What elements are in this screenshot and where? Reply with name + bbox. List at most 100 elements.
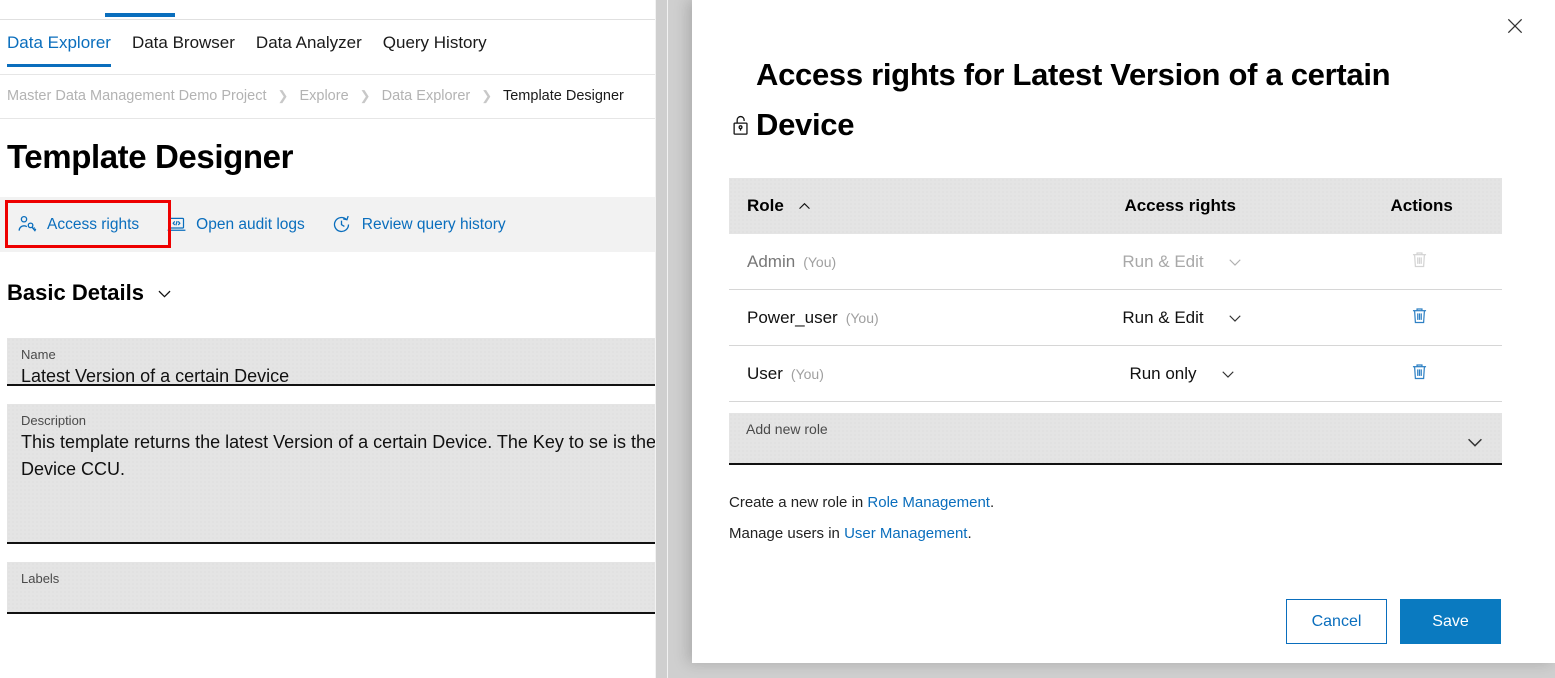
access-rights-value: Run & Edit [1122, 252, 1203, 272]
role-you-badge: (You) [846, 310, 879, 326]
tab-data-explorer[interactable]: Data Explorer [7, 20, 111, 67]
table-row: Power_user (You) Run & Edit [729, 290, 1502, 346]
chevron-down-icon [155, 284, 174, 303]
trash-icon [1409, 249, 1430, 275]
access-rights-cell: Run & Edit [1047, 252, 1337, 272]
access-rights-cell: Run only [1047, 364, 1337, 384]
help-line1-prefix: Create a new role in [729, 494, 867, 511]
access-rights-value: Run & Edit [1122, 308, 1203, 328]
access-rights-dropdown[interactable]: Run & Edit [1047, 308, 1337, 328]
role-cell: User (You) [729, 364, 1047, 384]
actions-cell [1337, 249, 1502, 275]
dialog-title: Access rights for Latest Version of a ce… [730, 50, 1430, 150]
tab-data-analyzer[interactable]: Data Analyzer [256, 20, 362, 64]
role-management-link[interactable]: Role Management [867, 494, 990, 511]
description-field[interactable]: Description This template returns the la… [7, 404, 668, 544]
name-field-value: Latest Version of a certain Device [21, 363, 656, 390]
chevron-down-icon [1226, 253, 1244, 271]
chevron-down-icon [1464, 431, 1486, 453]
labels-field-label: Labels [21, 570, 656, 587]
role-name: User [747, 364, 783, 384]
add-new-role-label: Add new role [746, 421, 828, 437]
table-row: User (You) Run only [729, 346, 1502, 402]
access-rights-label: Access rights [47, 216, 139, 234]
dialog-title-text: Access rights for Latest Version of a ce… [756, 57, 1390, 142]
user-management-link[interactable]: User Management [844, 525, 967, 542]
column-header-access-rights: Access rights [1039, 196, 1341, 216]
top-tab-strip [0, 0, 668, 20]
breadcrumb-divider [0, 118, 668, 119]
table-header-row: Role Access rights Actions [729, 178, 1502, 234]
role-name: Admin [747, 252, 795, 272]
description-field-label: Description [21, 412, 656, 429]
access-rights-dialog: Access rights for Latest Version of a ce… [692, 0, 1555, 663]
action-toolbar: Access rights Open audit logs [0, 197, 668, 252]
laptop-code-icon [165, 214, 187, 236]
access-rights-table: Role Access rights Actions Admin (You) [729, 178, 1502, 465]
chevron-up-icon [796, 198, 813, 215]
role-name: Power_user [747, 308, 838, 328]
actions-cell [1337, 361, 1502, 387]
person-key-icon [16, 214, 38, 236]
description-field-value: This template returns the latest Version… [21, 429, 656, 483]
column-header-role[interactable]: Role [729, 196, 1039, 216]
left-pane-scrollbar[interactable] [655, 0, 668, 678]
chevron-down-icon [1226, 309, 1244, 327]
help-line-role-management: Create a new role in Role Management. [729, 494, 1429, 511]
chevron-down-icon [1219, 365, 1237, 383]
role-cell: Power_user (You) [729, 308, 1047, 328]
help-line-user-management: Manage users in User Management. [729, 525, 1429, 542]
name-field[interactable]: Name Latest Version of a certain Device [7, 338, 668, 386]
access-rights-cell: Run & Edit [1047, 308, 1337, 328]
column-header-access-rights-label: Access rights [1124, 196, 1236, 216]
access-rights-value: Run only [1129, 364, 1196, 384]
cancel-button[interactable]: Cancel [1286, 599, 1387, 644]
breadcrumb-item-project[interactable]: Master Data Management Demo Project [7, 88, 267, 104]
actions-cell [1337, 305, 1502, 331]
column-header-role-label: Role [747, 196, 784, 216]
active-tab-indicator [105, 13, 175, 17]
role-you-badge: (You) [803, 254, 836, 270]
basic-details-section-header[interactable]: Basic Details [7, 280, 174, 306]
access-rights-dropdown: Run & Edit [1047, 252, 1337, 272]
breadcrumb-item-explore[interactable]: Explore [299, 88, 348, 104]
help-line2-suffix: . [967, 525, 971, 542]
basic-details-label: Basic Details [7, 280, 144, 306]
tab-bar: Data Explorer Data Browser Data Analyzer… [0, 20, 668, 75]
tab-data-browser[interactable]: Data Browser [132, 20, 235, 64]
save-button[interactable]: Save [1400, 599, 1501, 644]
trash-icon[interactable] [1409, 305, 1430, 331]
review-query-history-label: Review query history [362, 216, 506, 234]
open-audit-logs-button[interactable]: Open audit logs [165, 214, 305, 236]
breadcrumb-separator-icon: ❯ [360, 88, 371, 103]
access-rights-button[interactable]: Access rights [16, 214, 139, 236]
table-row: Admin (You) Run & Edit [729, 234, 1502, 290]
page-title: Template Designer [7, 138, 293, 176]
tab-query-history[interactable]: Query History [383, 20, 487, 64]
breadcrumb-item-data-explorer[interactable]: Data Explorer [382, 88, 471, 104]
breadcrumb-current: Template Designer [503, 88, 624, 104]
close-icon [1505, 16, 1525, 41]
trash-icon[interactable] [1409, 361, 1430, 387]
role-cell: Admin (You) [729, 252, 1047, 272]
column-header-actions: Actions [1341, 196, 1502, 216]
close-dialog-button[interactable] [1501, 14, 1529, 42]
role-you-badge: (You) [791, 366, 824, 382]
dialog-footer: Cancel Save [1286, 599, 1501, 644]
breadcrumb: Master Data Management Demo Project ❯ Ex… [7, 88, 667, 104]
scrollbar-thumb[interactable] [656, 0, 667, 678]
labels-field[interactable]: Labels [7, 562, 668, 614]
unlock-icon [730, 100, 756, 150]
dialog-help-text: Create a new role in Role Management. Ma… [729, 494, 1429, 556]
name-field-label: Name [21, 346, 656, 363]
access-rights-dropdown[interactable]: Run only [1047, 364, 1337, 384]
open-audit-logs-label: Open audit logs [196, 216, 305, 234]
review-query-history-button[interactable]: Review query history [331, 214, 506, 236]
breadcrumb-separator-icon: ❯ [481, 88, 492, 103]
clock-history-icon [331, 214, 353, 236]
help-line2-prefix: Manage users in [729, 525, 844, 542]
help-line1-suffix: . [990, 494, 994, 511]
add-new-role-select[interactable]: Add new role [729, 413, 1502, 465]
breadcrumb-separator-icon: ❯ [278, 88, 289, 103]
column-header-actions-label: Actions [1391, 196, 1453, 216]
